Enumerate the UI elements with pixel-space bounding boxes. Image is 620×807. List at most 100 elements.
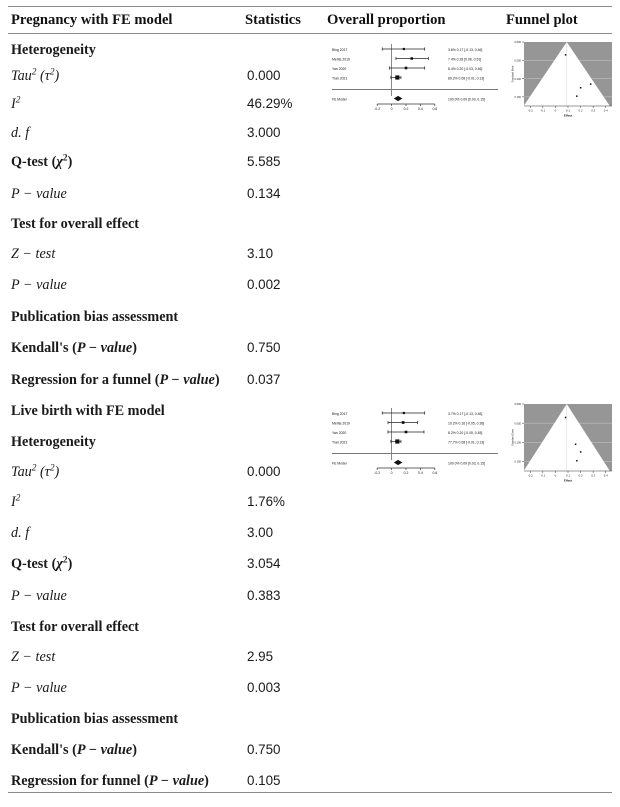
svg-text:0: 0 (555, 474, 557, 478)
svg-text:0.4: 0.4 (604, 474, 608, 478)
row-value-z-pvalue-1: 0.002 (247, 277, 281, 292)
svg-text:Mehta 2019: Mehta 2019 (332, 422, 350, 426)
funnel-plot-svg: 0.000 0.050 0.100 0.150 Standard Error -0.2 -0… (511, 402, 612, 483)
svg-text:80.2% 0.08 [-0.01, 0.13]: 80.2% 0.08 [-0.01, 0.13] (448, 77, 484, 81)
svg-text:-0.2: -0.2 (374, 471, 380, 475)
table-row: Test for overall effect (0, 615, 620, 639)
svg-text:0.2: 0.2 (404, 107, 409, 111)
table-figure: Pregnancy with FE model Statistics Overa… (0, 0, 620, 807)
table-row: Test for overall effect (0, 212, 620, 236)
table-row: P − value 0.002 (0, 273, 620, 297)
svg-text:Bing 2017: Bing 2017 (332, 48, 347, 52)
row-label-test-overall-2: Test for overall effect (11, 619, 140, 635)
svg-text:100.0% 0.09 [0.03, 0.15]: 100.0% 0.09 [0.03, 0.15] (448, 462, 485, 466)
svg-text:0.150: 0.150 (515, 460, 522, 464)
row-value-kendall-1: 0.750 (247, 340, 281, 355)
svg-text:Standard Error: Standard Error (511, 65, 515, 82)
svg-text:Yan 2020: Yan 2020 (332, 431, 346, 435)
svg-text:Effect: Effect (564, 114, 572, 118)
svg-text:Standard Error: Standard Error (511, 429, 515, 446)
table-row: Q-test (χ2) 3.054 (0, 552, 620, 576)
svg-text:0: 0 (391, 471, 393, 475)
row-value-het-pvalue-2: 0.383 (247, 588, 281, 603)
table-row: d. f 3.000 (0, 121, 620, 145)
row-label-z-pvalue-1: P − value (11, 277, 67, 293)
forest-plot-live-birth: Bing 2017 3.7% 0.17 [-0.13, 0.46] Mehta 20… (330, 402, 502, 482)
row-label-qtest-1: Q-test (χ2) (11, 153, 73, 170)
forest-plot-svg: Bing 2017 3.7% 0.17 [-0.13, 0.46] Mehta 20… (332, 408, 498, 475)
table-header-rule (8, 33, 612, 34)
svg-text:0.100: 0.100 (515, 440, 522, 444)
svg-text:Tran 2021: Tran 2021 (332, 441, 347, 445)
svg-text:-0.1: -0.1 (540, 109, 545, 113)
row-label-pub-bias-2: Publication bias assessment (11, 711, 179, 727)
svg-text:Yan 2020: Yan 2020 (332, 67, 346, 71)
row-label-pub-bias-1: Publication bias assessment (11, 309, 179, 325)
svg-text:-0.2: -0.2 (528, 474, 533, 478)
row-value-kendall-2: 0.750 (247, 742, 281, 757)
table-row: Publication bias assessment (0, 707, 620, 731)
funnel-plot-svg: 0.000 0.050 0.100 0.150 Standard Error -0.2 -0… (511, 40, 612, 118)
svg-text:0.2: 0.2 (579, 109, 583, 113)
svg-text:3.6% 0.17 [-0.13, 0.46]: 3.6% 0.17 [-0.13, 0.46] (448, 48, 482, 52)
svg-text:Mehta 2019: Mehta 2019 (332, 58, 350, 62)
table-row: Publication bias assessment (0, 305, 620, 329)
section-title-live-birth: Live birth with FE model (11, 403, 165, 419)
svg-text:7.4% 0.28 [0.06, 0.51]: 7.4% 0.28 [0.06, 0.51] (448, 58, 481, 62)
row-value-qtest-1: 5.585 (247, 154, 281, 169)
table-row: d. f 3.00 (0, 521, 620, 545)
row-value-qtest-2: 3.054 (247, 556, 281, 571)
row-value-i2-2: 1.76% (247, 494, 285, 509)
row-value-regression-2: 0.105 (247, 773, 281, 788)
row-label-df-2: d. f (11, 525, 30, 541)
svg-text:0.2: 0.2 (579, 474, 583, 478)
table-top-rule (8, 6, 612, 7)
row-value-tau2-1: 0.000 (247, 68, 281, 83)
funnel-plot-live-birth: 0.000 0.050 0.100 0.150 Standard Error -0.2 -0… (510, 400, 615, 485)
column-header-overall-proportion: Overall proportion (327, 12, 446, 28)
svg-text:3.7% 0.17 [-0.13, 0.46]: 3.7% 0.17 [-0.13, 0.46] (448, 412, 482, 416)
table-row: Z − test 3.10 (0, 242, 620, 266)
svg-text:-0.1: -0.1 (540, 474, 545, 478)
svg-text:0.100: 0.100 (515, 77, 522, 81)
row-value-z-pvalue-2: 0.003 (247, 680, 281, 695)
row-value-tau2-2: 0.000 (247, 464, 281, 479)
row-label-i2-1: I2 (11, 95, 21, 112)
row-value-df-1: 3.000 (247, 125, 281, 140)
row-label-kendall-1: Kendall's (P − value) (11, 340, 137, 356)
row-value-df-2: 3.00 (247, 525, 274, 540)
svg-text:0: 0 (391, 107, 393, 111)
column-header-funnel-plot: Funnel plot (506, 12, 578, 28)
svg-text:0.150: 0.150 (515, 95, 522, 99)
svg-text:0.050: 0.050 (515, 58, 522, 62)
table-row: Kendall's (P − value) 0.750 (0, 738, 620, 762)
forest-plot-svg: Bing 2017 3.6% 0.17 [-0.13, 0.46] Mehta 20… (332, 44, 498, 111)
svg-text:8.2% 0.20 [-0.05, 0.45]: 8.2% 0.20 [-0.05, 0.45] (448, 431, 482, 435)
svg-text:0: 0 (555, 109, 557, 113)
row-label-kendall-2: Kendall's (P − value) (11, 742, 137, 758)
svg-text:0.4: 0.4 (418, 107, 423, 111)
svg-text:Effect: Effect (564, 479, 572, 483)
svg-text:FE Model: FE Model (332, 98, 347, 102)
svg-text:0.1: 0.1 (566, 109, 570, 113)
svg-text:Bing 2017: Bing 2017 (332, 412, 347, 416)
svg-text:0.2: 0.2 (404, 471, 409, 475)
row-value-regression-1: 0.037 (247, 372, 281, 387)
table-row: Q-test (χ2) 5.585 (0, 150, 620, 174)
svg-text:8.4% 0.20 [-0.03, 0.46]: 8.4% 0.20 [-0.03, 0.46] (448, 67, 482, 71)
table-row: P − value 0.134 (0, 182, 620, 206)
svg-text:77.7% 0.08 [-0.01, 0.13]: 77.7% 0.08 [-0.01, 0.13] (448, 441, 484, 445)
row-label-tau2-1: Tau2 (τ2) (11, 67, 60, 84)
row-label-df-1: d. f (11, 125, 30, 141)
row-label-z-pvalue-2: P − value (11, 680, 67, 696)
svg-text:Tran 2021: Tran 2021 (332, 77, 347, 81)
row-label-regression-1: Regression for a funnel (P − value) (11, 372, 220, 388)
row-label-ztest-2: Z − test (11, 649, 56, 665)
row-label-test-overall-1: Test for overall effect (11, 216, 140, 232)
svg-text:FE Model: FE Model (332, 462, 347, 466)
svg-text:0.1: 0.1 (566, 474, 570, 478)
table-row: Kendall's (P − value) 0.750 (0, 336, 620, 360)
svg-text:0.000: 0.000 (515, 40, 522, 44)
svg-text:0.6: 0.6 (432, 107, 437, 111)
row-label-ztest-1: Z − test (11, 246, 56, 262)
